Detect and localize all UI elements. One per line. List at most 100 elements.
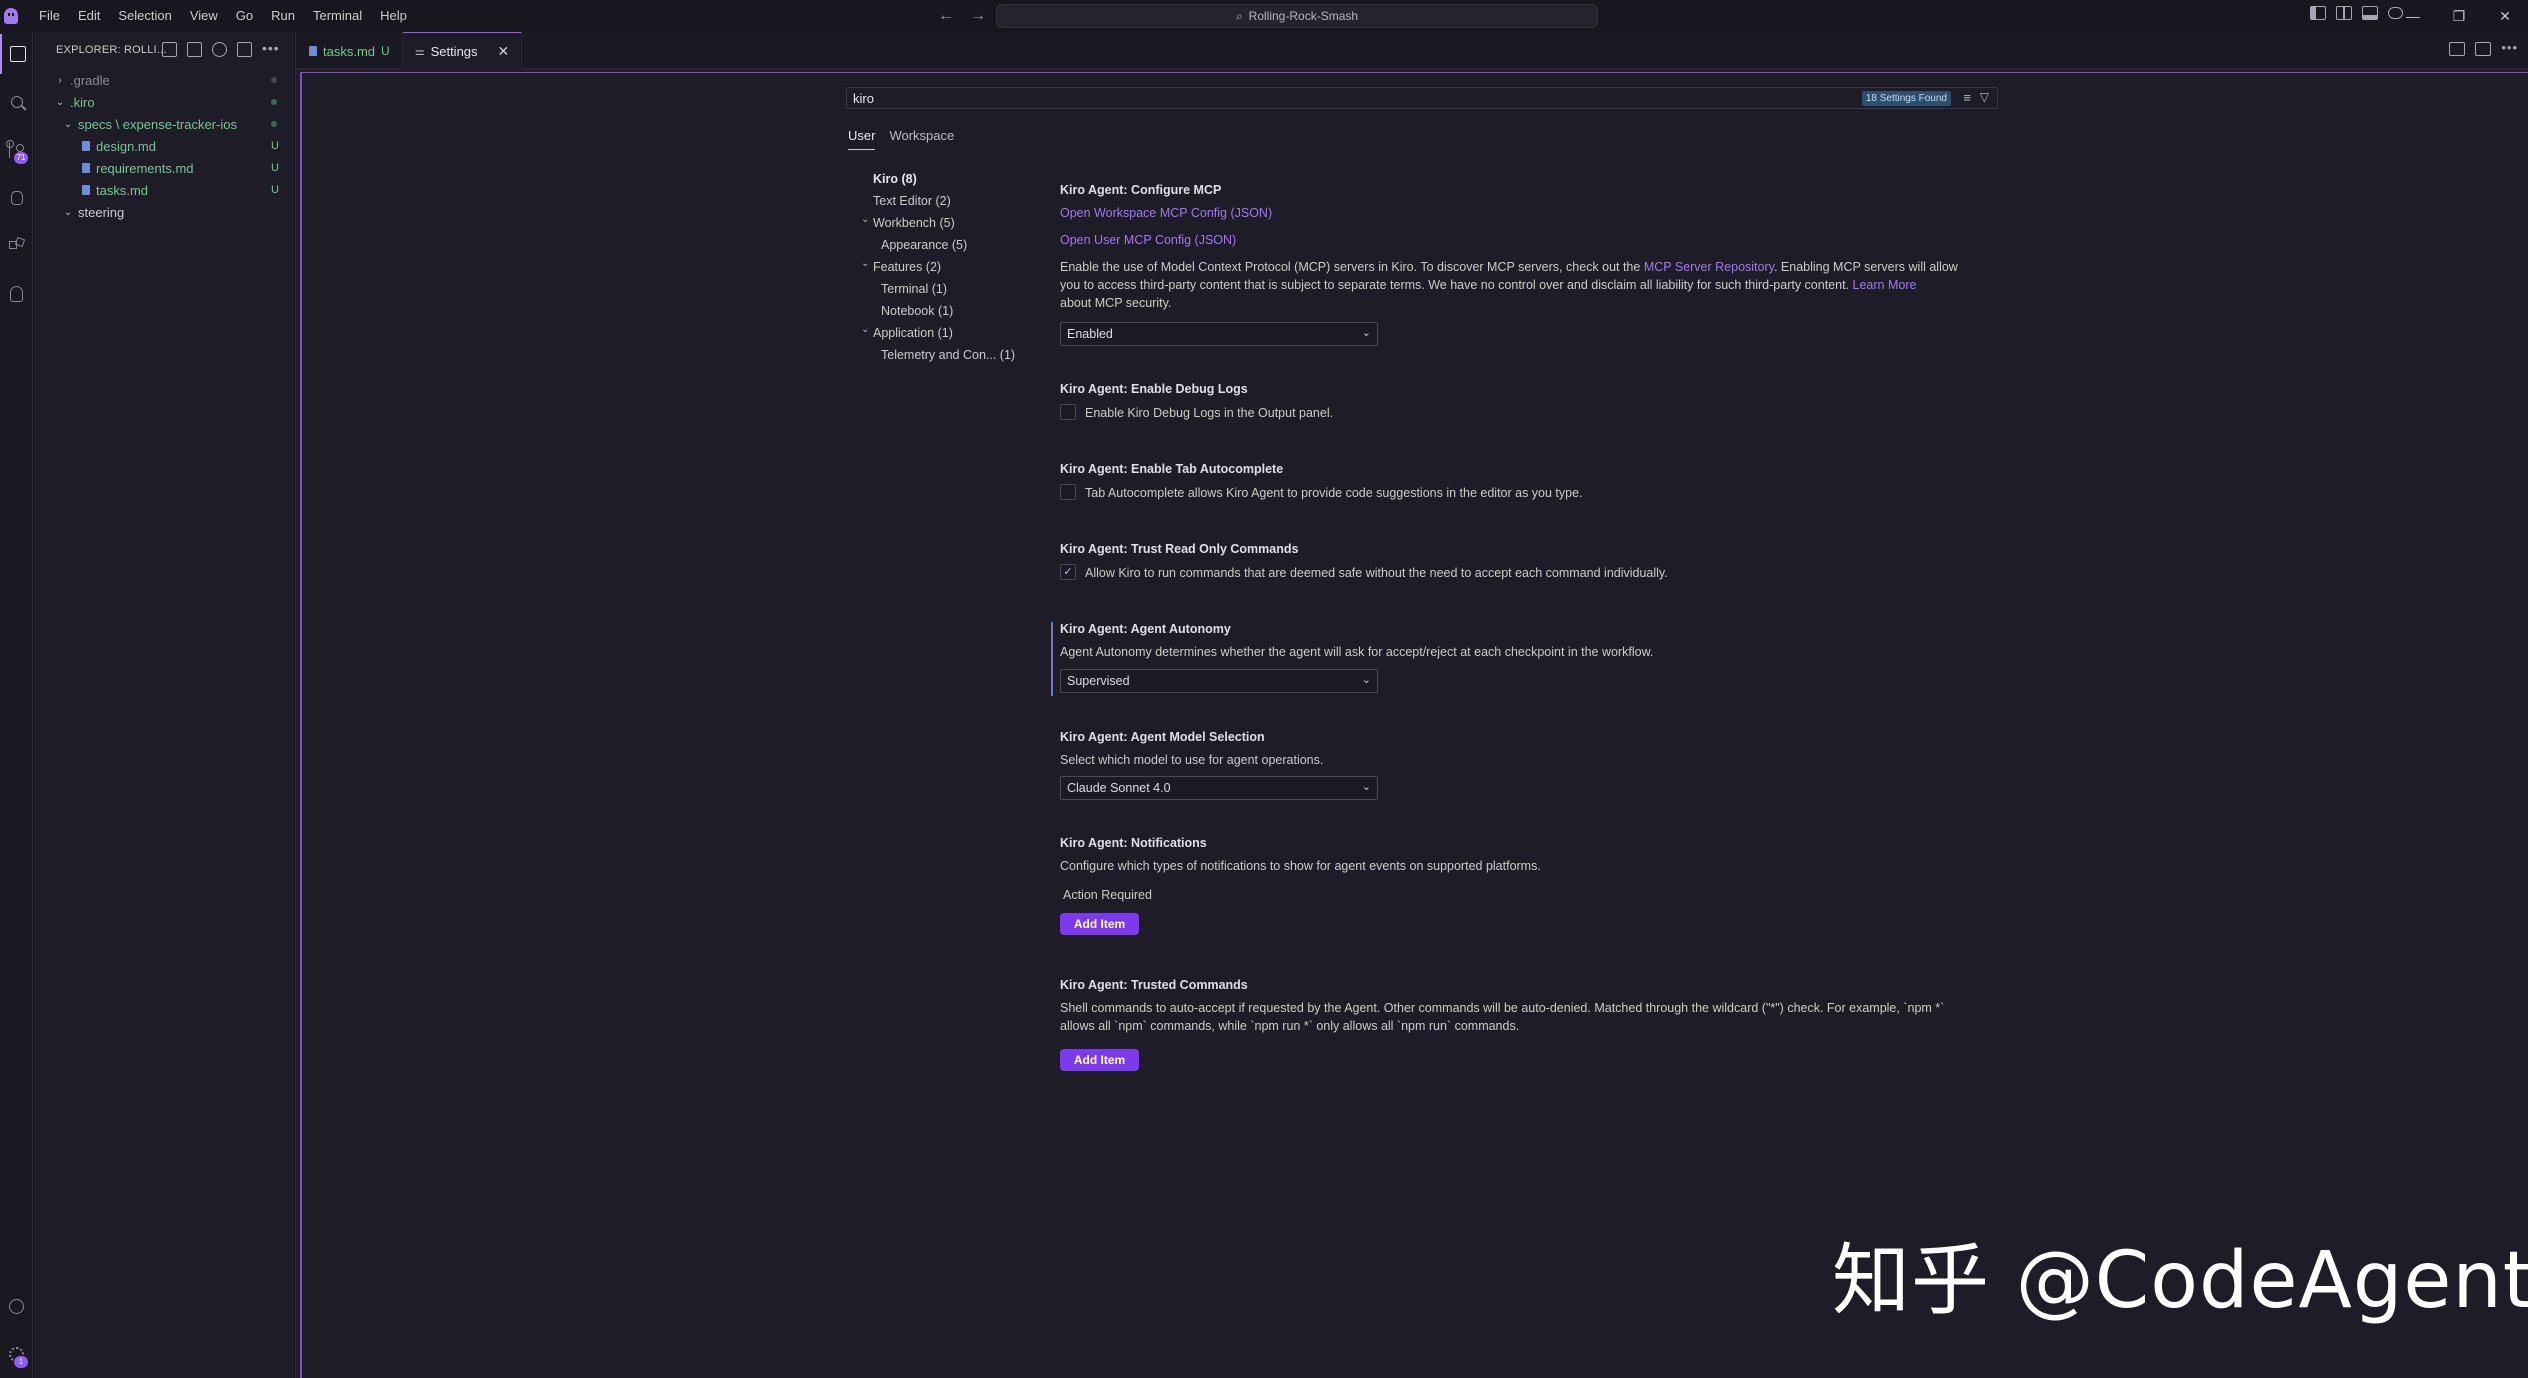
minimize-button[interactable]: — xyxy=(2390,0,2436,32)
open-user-mcp-config-link[interactable]: Open User MCP Config (JSON) xyxy=(1060,233,1236,247)
toggle-primary-sidebar-icon[interactable] xyxy=(2310,6,2326,20)
open-workspace-mcp-config-link[interactable]: Open Workspace MCP Config (JSON) xyxy=(1060,206,1272,220)
toc-item[interactable]: Application (1) xyxy=(873,326,953,340)
chevron-icon: ⌄ xyxy=(63,118,73,130)
menu-file[interactable]: File xyxy=(30,0,69,32)
add-trusted-command-button[interactable]: Add Item xyxy=(1060,1049,1139,1071)
chevron-down-icon: ⌄ xyxy=(1361,327,1371,339)
explorer-activity[interactable] xyxy=(0,34,33,74)
chevron-icon: › xyxy=(58,74,62,86)
new-file-icon[interactable] xyxy=(162,42,177,57)
desc-text: Enable the use of Model Context Protocol… xyxy=(1060,260,1644,274)
setting-title-agent-autonomy: Kiro Agent: Agent Autonomy xyxy=(1060,622,1231,636)
toggle-bottom-panel-icon[interactable] xyxy=(2362,6,2378,20)
search-activity[interactable] xyxy=(0,82,33,122)
toc-item[interactable]: Notebook (1) xyxy=(881,304,953,318)
toc-chevron-icon[interactable]: ⌄ xyxy=(861,214,869,225)
tab-autocomplete-checkbox[interactable] xyxy=(1060,484,1076,500)
configure-mcp-select[interactable]: Enabled ⌄ xyxy=(1060,322,1378,346)
toc-item[interactable]: Text Editor (2) xyxy=(873,194,951,208)
agent-autonomy-select[interactable]: Supervised ⌄ xyxy=(1060,669,1378,693)
menu-terminal[interactable]: Terminal xyxy=(304,0,371,32)
menu-selection[interactable]: Selection xyxy=(109,0,180,32)
setting-desc-trusted-commands-2: allows all `npm` commands, while `npm ru… xyxy=(1060,1019,1520,1033)
kiro-activity[interactable] xyxy=(0,274,33,314)
tree-item-label: specs \ expense-tracker-ios xyxy=(78,116,237,132)
debug-icon xyxy=(10,191,23,205)
close-tab-icon[interactable]: ✕ xyxy=(498,43,510,60)
chevron-icon: ⌄ xyxy=(63,206,73,218)
chevron-down-icon: ⌄ xyxy=(1361,674,1371,686)
window-controls: — ❐ ✕ xyxy=(2390,0,2528,32)
manage-activity[interactable]: 1 xyxy=(0,1334,33,1374)
forward-arrow-icon[interactable]: → xyxy=(970,6,986,26)
back-arrow-icon[interactable]: ← xyxy=(938,6,954,26)
scope-tab-user[interactable]: User xyxy=(848,128,876,150)
setting-title-configure-mcp: Kiro Agent: Configure MCP xyxy=(1060,183,1222,197)
setting-title-model-selection: Kiro Agent: Agent Model Selection xyxy=(1060,730,1265,744)
refresh-icon[interactable] xyxy=(212,42,227,57)
toc-item[interactable]: Terminal (1) xyxy=(881,282,947,296)
tree-item[interactable]: ⌄ steering xyxy=(34,201,295,223)
close-window-button[interactable]: ✕ xyxy=(2482,0,2528,32)
toc-item[interactable]: Appearance (5) xyxy=(881,238,967,252)
gear-badge: 1 xyxy=(14,1356,28,1368)
setting-desc-model-selection: Select which model to use for agent oper… xyxy=(1060,753,1324,767)
toc-chevron-icon[interactable]: ⌄ xyxy=(861,258,869,269)
extensions-activity[interactable] xyxy=(0,226,33,266)
tree-item[interactable]: ⌄ specs \ expense-tracker-ios xyxy=(34,113,295,135)
git-status-badge: U xyxy=(271,140,279,152)
editor-area: tasks.md U ⚌ Settings ✕ ••• 18 Settings … xyxy=(297,32,2528,1378)
toc-item[interactable]: Kiro (8) xyxy=(873,172,917,186)
collapse-all-icon[interactable] xyxy=(237,42,252,57)
accounts-activity[interactable] xyxy=(0,1286,33,1326)
menu-go[interactable]: Go xyxy=(227,0,262,32)
tree-item[interactable]: ⌄ .kiro xyxy=(34,91,295,113)
command-center[interactable]: ⌕ Rolling-Rock-Smash xyxy=(996,4,1598,28)
tree-item-label: steering xyxy=(78,204,125,220)
notification-list-item[interactable]: Action Required xyxy=(1063,888,1152,902)
tree-item[interactable]: › .gradle xyxy=(34,69,295,91)
menu-edit[interactable]: Edit xyxy=(69,0,109,32)
run-debug-activity[interactable] xyxy=(0,178,33,218)
more-actions-icon[interactable]: ••• xyxy=(2501,41,2518,56)
select-value: Supervised xyxy=(1067,674,1130,688)
toggle-panel-icon[interactable] xyxy=(2336,6,2352,20)
new-folder-icon[interactable] xyxy=(187,42,202,57)
trust-read-only-checkbox[interactable]: ✓ xyxy=(1060,564,1076,580)
explorer-sidebar: EXPLORER: ROLLI... ••• › .gradle ⌄ .kiro ⌄ sp… xyxy=(34,32,296,1378)
toc-item[interactable]: Features (2) xyxy=(873,260,941,274)
activity-bar: 71 1 xyxy=(0,32,33,1378)
tree-item[interactable]: design.md U xyxy=(34,135,295,157)
setting-desc-agent-autonomy: Agent Autonomy determines whether the ag… xyxy=(1060,645,1654,659)
tab-tasks-md[interactable]: tasks.md U xyxy=(297,32,403,70)
git-status-badge: U xyxy=(271,184,279,196)
restore-button[interactable]: ❐ xyxy=(2436,0,2482,32)
scope-tab-workspace[interactable]: Workspace xyxy=(889,128,954,150)
menu-view[interactable]: View xyxy=(181,0,227,32)
toc-chevron-icon[interactable]: ⌄ xyxy=(861,324,869,335)
tree-item[interactable]: requirements.md U xyxy=(34,157,295,179)
model-selection-select[interactable]: Claude Sonnet 4.0 ⌄ xyxy=(1060,776,1378,800)
explorer-actions: ••• xyxy=(162,41,279,57)
split-editor-icon[interactable] xyxy=(2475,42,2492,56)
learn-more-link[interactable]: Learn More xyxy=(1853,278,1917,292)
more-actions-icon[interactable]: ••• xyxy=(262,41,279,57)
filter-icon[interactable]: ▽ xyxy=(1980,90,1989,104)
menu-run[interactable]: Run xyxy=(262,0,304,32)
scm-badge: 71 xyxy=(14,152,28,164)
open-settings-json-icon[interactable] xyxy=(2449,42,2466,56)
status-dot xyxy=(271,77,277,83)
tab-settings[interactable]: ⚌ Settings ✕ xyxy=(402,32,523,70)
toc-item[interactable]: Workbench (5) xyxy=(873,216,955,230)
mcp-server-repository-link[interactable]: MCP Server Repository xyxy=(1644,260,1774,274)
source-control-activity[interactable]: 71 xyxy=(0,130,33,170)
add-notification-item-button[interactable]: Add Item xyxy=(1060,913,1139,935)
menu-help[interactable]: Help xyxy=(371,0,416,32)
clear-filter-icon[interactable]: ≡ xyxy=(1963,90,1971,105)
settings-search-input[interactable] xyxy=(847,90,1847,106)
tree-item[interactable]: tasks.md U xyxy=(34,179,295,201)
workspace-name: Rolling-Rock-Smash xyxy=(1248,9,1359,23)
toc-item[interactable]: Telemetry and Con... (1) xyxy=(881,348,1015,362)
debug-logs-checkbox[interactable] xyxy=(1060,404,1076,420)
